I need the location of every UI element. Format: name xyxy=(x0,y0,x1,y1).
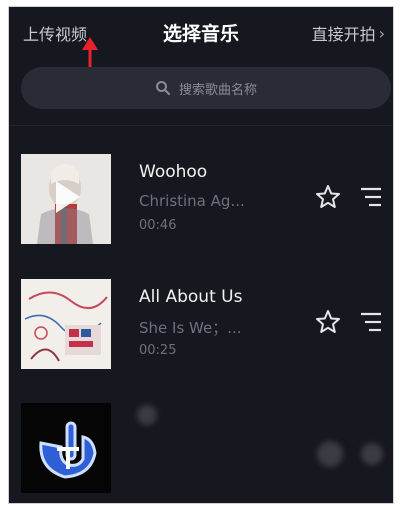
song-artist: She Is We；... xyxy=(139,319,242,337)
music-picker-screen: 上传视频 选择音乐 直接开拍 › 搜索歌曲名称 Woohoo Christina… xyxy=(8,6,394,504)
shoot-directly-label: 直接开拍 xyxy=(311,25,376,44)
star-icon[interactable] xyxy=(315,184,341,210)
divider xyxy=(9,125,393,126)
shoot-directly-button[interactable]: 直接开拍 › xyxy=(312,21,385,45)
chevron-right-icon: › xyxy=(378,23,385,43)
song-item[interactable]: Woohoo Christina Ag... 00:46 xyxy=(9,154,393,254)
menu-icon[interactable] xyxy=(359,186,383,208)
song-duration: 00:25 xyxy=(139,343,177,358)
song-title: All About Us xyxy=(139,287,243,307)
menu-icon[interactable] xyxy=(359,311,383,333)
search-icon xyxy=(155,81,171,96)
album-cover[interactable] xyxy=(21,403,111,493)
play-icon[interactable] xyxy=(48,179,84,215)
song-artist: Christina Ag... xyxy=(139,192,245,210)
star-icon[interactable] xyxy=(315,309,341,335)
song-duration: 00:46 xyxy=(139,218,177,233)
loading-placeholder xyxy=(137,405,157,425)
album-cover[interactable] xyxy=(21,154,111,244)
song-item[interactable] xyxy=(9,403,393,503)
loading-placeholder xyxy=(317,441,343,467)
album-cover[interactable] xyxy=(21,279,111,369)
search-input[interactable]: 搜索歌曲名称 xyxy=(21,67,391,109)
header: 上传视频 选择音乐 直接开拍 › xyxy=(9,7,393,57)
loading-placeholder xyxy=(361,443,383,465)
search-placeholder: 搜索歌曲名称 xyxy=(178,82,257,98)
song-title: Woohoo xyxy=(139,162,208,182)
album-art-image xyxy=(21,403,111,493)
album-art-image xyxy=(21,279,111,369)
song-item[interactable]: All About Us She Is We；... 00:25 xyxy=(9,279,393,379)
